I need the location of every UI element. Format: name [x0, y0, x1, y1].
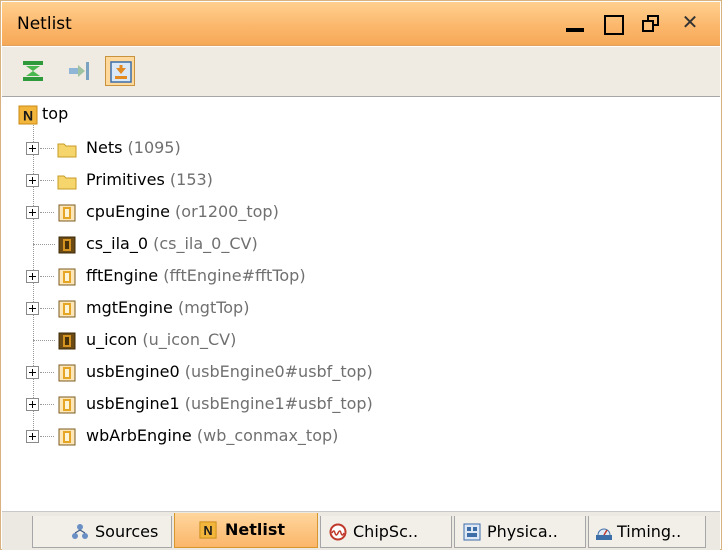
tab-sources[interactable]: Sources: [32, 516, 172, 548]
tree-item-cs-ila-0[interactable]: cs_ila_0 (cs_ila_0_CV): [2, 230, 702, 260]
collapse-all-icon: [23, 61, 43, 81]
tree-item-name: usbEngine0: [86, 362, 180, 381]
tab-label: Sources: [95, 522, 159, 541]
folder-icon: [57, 175, 77, 190]
black-box-icon: [58, 332, 76, 350]
tab-label: Netlist: [225, 520, 286, 539]
netlist-n-icon: N: [199, 521, 217, 539]
timing-icon: [596, 528, 612, 540]
show-hierarchy-button[interactable]: [64, 56, 94, 86]
expand-icon[interactable]: [26, 142, 39, 155]
close-icon[interactable]: ✕: [676, 10, 704, 38]
tab-label: Physica..: [487, 522, 558, 541]
tree-item-name: cpuEngine: [86, 202, 170, 221]
minimize-icon[interactable]: [562, 10, 590, 38]
tree-item-detail: (1095): [127, 138, 181, 157]
expand-icon[interactable]: [26, 174, 39, 187]
tree-item-name: Nets: [86, 138, 123, 157]
expand-icon[interactable]: [26, 430, 39, 443]
module-icon: [58, 396, 76, 414]
tree-item-u-icon[interactable]: u_icon (u_icon_CV): [2, 326, 702, 356]
tree-item-nets[interactable]: Nets (1095): [2, 134, 702, 164]
restore-icon[interactable]: [639, 10, 667, 38]
netlist-n-icon: N: [18, 105, 38, 125]
sources-icon: [72, 524, 88, 539]
tree-item-mgtengine[interactable]: mgtEngine (mgtTop): [2, 294, 702, 324]
module-icon: [58, 268, 76, 286]
chipscope-icon: [329, 523, 347, 541]
tree-item-fftengine[interactable]: fftEngine (fftEngine#fftTop): [2, 262, 702, 292]
folder-icon: [57, 143, 77, 158]
maximize-icon[interactable]: [600, 10, 628, 38]
tree-root-top[interactable]: N top: [2, 102, 702, 132]
window-title: Netlist: [17, 14, 72, 34]
tree-root-label: top: [42, 104, 69, 123]
tab-label: Timing..: [617, 522, 682, 541]
tree-item-wbarbengine[interactable]: wbArbEngine (wb_conmax_top): [2, 422, 702, 452]
expand-icon[interactable]: [26, 270, 39, 283]
black-box-icon: [58, 236, 76, 254]
module-icon: [58, 428, 76, 446]
tree-item-cpuengine[interactable]: cpuEngine (or1200_top): [2, 198, 702, 228]
tree-item-detail: (wb_conmax_top): [196, 426, 339, 445]
expand-icon[interactable]: [26, 302, 39, 315]
tree-item-detail: (usbEngine0#usbf_top): [184, 362, 373, 381]
tab-strip: Sources N Netlist ChipSc.. Physica.. Tim…: [2, 511, 720, 550]
tree-item-detail: (cs_ila_0_CV): [153, 234, 258, 253]
tab-physical[interactable]: Physica..: [454, 516, 586, 548]
tree-item-usbengine0[interactable]: usbEngine0 (usbEngine0#usbf_top): [2, 358, 702, 388]
tree-item-detail: (mgtTop): [177, 298, 250, 317]
tree-item-primitives[interactable]: Primitives (153): [2, 166, 702, 196]
svg-text:N: N: [203, 524, 212, 538]
expand-icon[interactable]: [26, 398, 39, 411]
module-icon: [58, 204, 76, 222]
tree-item-detail: (fftEngine#fftTop): [163, 266, 306, 285]
tree-item-name: usbEngine1: [86, 394, 180, 413]
title-bar[interactable]: Netlist ✕: [2, 2, 720, 46]
tree-item-name: wbArbEngine: [86, 426, 192, 445]
expand-icon[interactable]: [26, 366, 39, 379]
tab-timing[interactable]: Timing..: [588, 516, 706, 548]
module-icon: [58, 300, 76, 318]
show-hierarchy-icon: [69, 62, 89, 80]
tree-item-detail: (usbEngine1#usbf_top): [184, 394, 373, 413]
tree-item-name: cs_ila_0: [86, 234, 149, 253]
tree-item-detail: (153): [169, 170, 213, 189]
tree-item-usbengine1[interactable]: usbEngine1 (usbEngine1#usbf_top): [2, 390, 702, 420]
tab-label: ChipSc..: [353, 522, 419, 541]
svg-text:N: N: [23, 108, 33, 124]
physical-icon: [463, 523, 481, 541]
tree-item-detail: (or1200_top): [175, 202, 279, 221]
tree-item-name: u_icon: [86, 330, 138, 349]
collapse-all-button[interactable]: [18, 56, 48, 86]
toolbar: [2, 47, 720, 97]
import-netlist-button[interactable]: [105, 56, 135, 86]
netlist-tree[interactable]: N top Nets (1095) Primitives (153) cpuEn…: [2, 98, 720, 510]
module-icon: [58, 364, 76, 382]
expand-icon[interactable]: [26, 206, 39, 219]
tree-item-name: mgtEngine: [86, 298, 173, 317]
tree-item-name: fftEngine: [86, 266, 159, 285]
netlist-panel: Netlist ✕ N top Nets (1095) Primitives (…: [0, 0, 722, 550]
tab-netlist[interactable]: N Netlist: [174, 513, 318, 548]
import-netlist-icon: [110, 61, 132, 83]
tab-chipscope[interactable]: ChipSc..: [320, 516, 452, 548]
tree-item-detail: (u_icon_CV): [142, 330, 237, 349]
tree-item-name: Primitives: [86, 170, 165, 189]
